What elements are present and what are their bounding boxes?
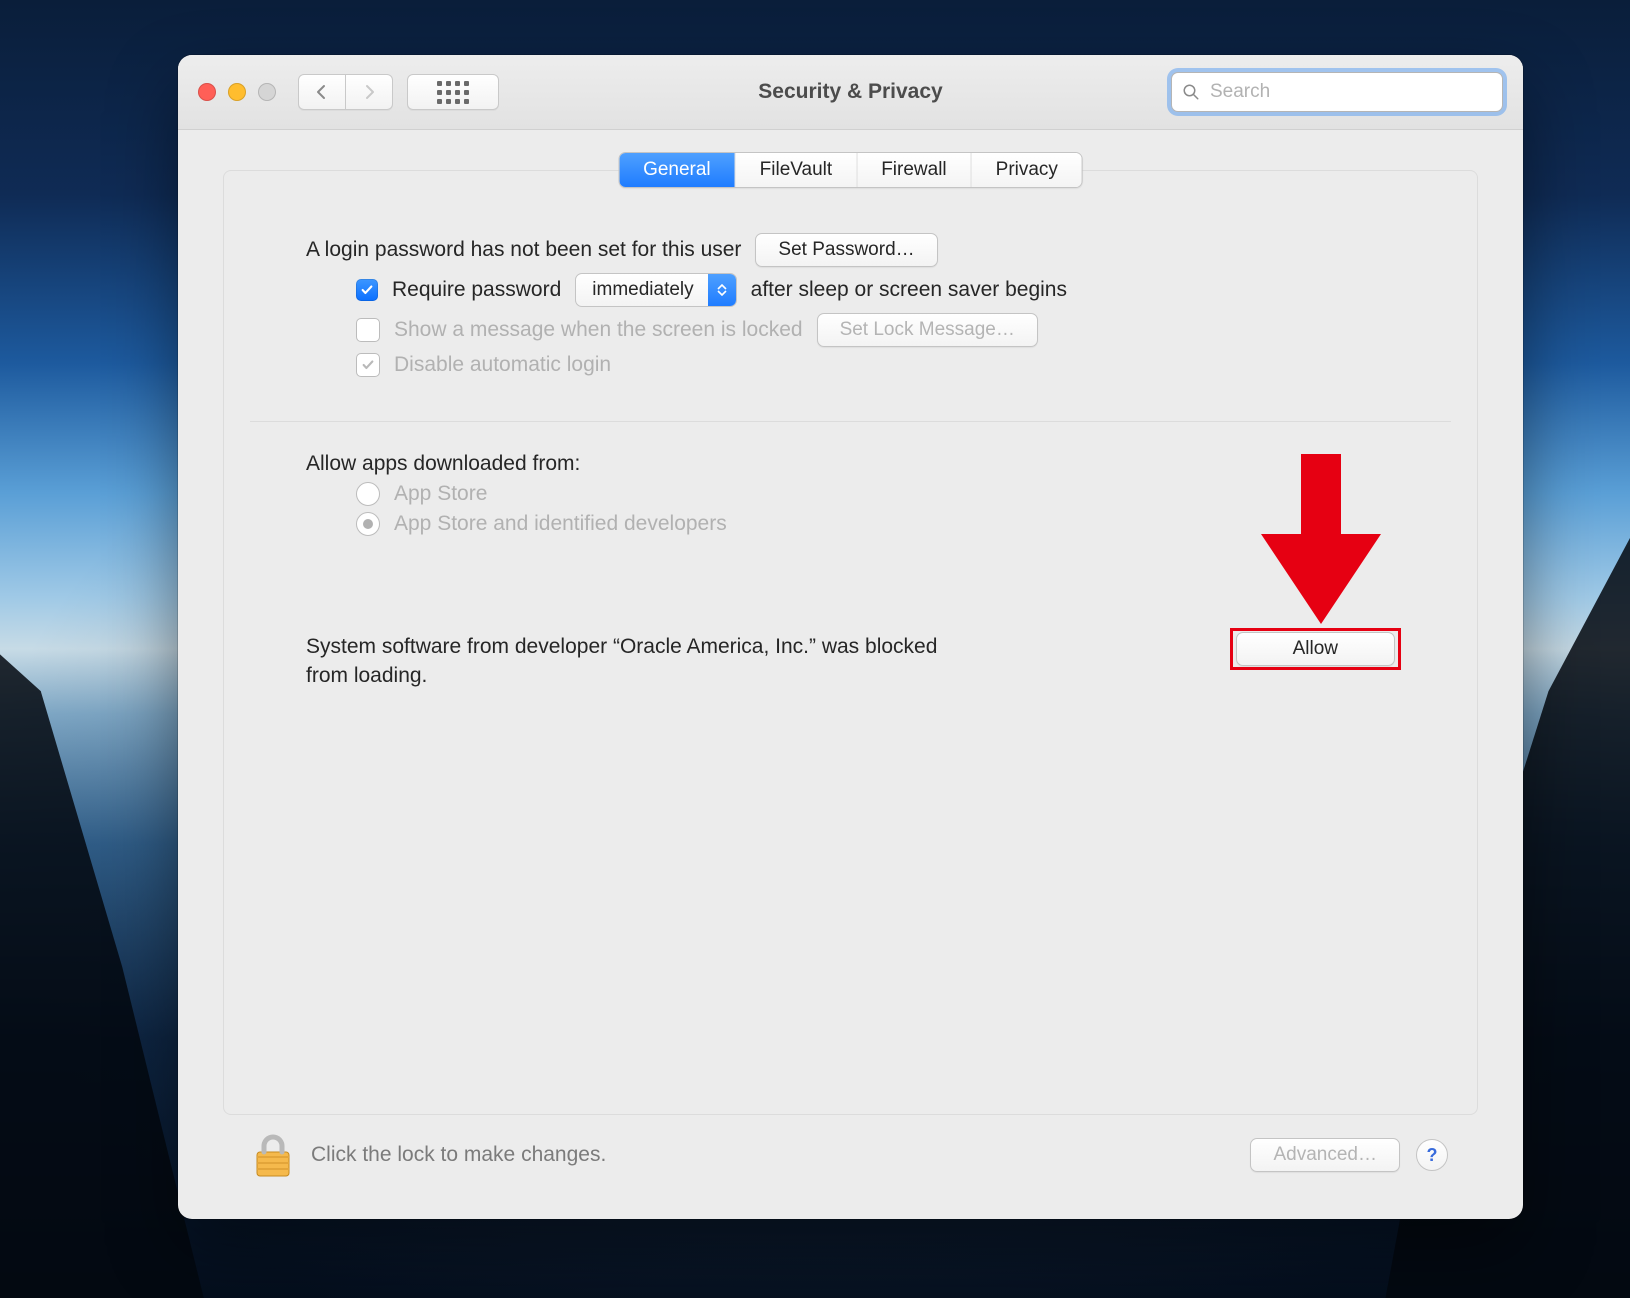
grid-icon bbox=[437, 81, 469, 104]
app-store-radio[interactable] bbox=[356, 482, 380, 506]
chevron-left-icon bbox=[314, 84, 330, 100]
gatekeeper-section: Allow apps downloaded from: App Store Ap… bbox=[224, 452, 1477, 536]
checkmark-icon bbox=[361, 358, 375, 372]
toolbar-nav-group bbox=[298, 74, 393, 110]
checkmark-icon bbox=[360, 283, 374, 297]
preferences-window: Security & Privacy General FileVault Fir… bbox=[178, 55, 1523, 1219]
require-password-delay-select[interactable]: immediately bbox=[575, 273, 736, 307]
require-password-checkbox[interactable] bbox=[356, 279, 378, 301]
show-message-checkbox[interactable] bbox=[356, 318, 380, 342]
disable-auto-login-label: Disable automatic login bbox=[394, 353, 611, 377]
show-message-row: Show a message when the screen is locked… bbox=[306, 313, 1395, 347]
advanced-button[interactable]: Advanced… bbox=[1250, 1138, 1400, 1172]
back-button[interactable] bbox=[298, 74, 346, 110]
lock-hint: Click the lock to make changes. bbox=[311, 1143, 606, 1167]
app-store-option-label: App Store bbox=[394, 482, 487, 506]
blocked-software-message: System software from developer “Oracle A… bbox=[306, 632, 946, 691]
allow-button-wrap: Allow bbox=[1236, 632, 1395, 666]
set-password-button[interactable]: Set Password… bbox=[755, 233, 937, 267]
chevron-down-icon bbox=[717, 290, 727, 296]
tab-privacy[interactable]: Privacy bbox=[972, 153, 1082, 187]
require-password-label-left: Require password bbox=[392, 278, 561, 302]
require-password-delay-value: immediately bbox=[576, 279, 707, 301]
lock-icon[interactable] bbox=[253, 1132, 293, 1178]
forward-button[interactable] bbox=[346, 74, 393, 110]
tab-firewall[interactable]: Firewall bbox=[857, 153, 971, 187]
divider bbox=[250, 421, 1451, 422]
window-content: General FileVault Firewall Privacy A log… bbox=[178, 130, 1523, 1219]
window-traffic-lights bbox=[198, 83, 276, 101]
blocked-software-row: System software from developer “Oracle A… bbox=[224, 632, 1477, 691]
allow-button[interactable]: Allow bbox=[1236, 632, 1395, 666]
chevron-right-icon bbox=[361, 84, 377, 100]
login-password-row: A login password has not been set for th… bbox=[306, 233, 1395, 267]
window-minimize-button[interactable] bbox=[228, 83, 246, 101]
tab-filevault[interactable]: FileVault bbox=[736, 153, 858, 187]
allow-apps-heading: Allow apps downloaded from: bbox=[306, 452, 580, 476]
window-toolbar: Security & Privacy bbox=[178, 55, 1523, 130]
general-inner: A login password has not been set for th… bbox=[224, 171, 1477, 377]
show-all-button[interactable] bbox=[407, 74, 499, 110]
search-icon bbox=[1182, 83, 1200, 101]
disable-auto-login-checkbox[interactable] bbox=[356, 353, 380, 377]
help-button[interactable]: ? bbox=[1416, 1139, 1448, 1171]
desktop-wallpaper: Security & Privacy General FileVault Fir… bbox=[0, 0, 1630, 1298]
toolbar-search[interactable] bbox=[1171, 72, 1503, 112]
set-lock-message-button[interactable]: Set Lock Message… bbox=[817, 313, 1038, 347]
search-input[interactable] bbox=[1208, 80, 1492, 104]
require-password-row: Require password immediately after sleep… bbox=[306, 273, 1395, 307]
require-password-label-right: after sleep or screen saver begins bbox=[751, 278, 1067, 302]
window-footer: Click the lock to make changes. Advanced… bbox=[223, 1115, 1478, 1195]
general-card: General FileVault Firewall Privacy A log… bbox=[223, 170, 1478, 1115]
app-store-identified-option-label: App Store and identified developers bbox=[394, 512, 727, 536]
disable-auto-login-row: Disable automatic login bbox=[306, 353, 1395, 377]
select-stepper bbox=[708, 274, 736, 306]
app-store-identified-radio[interactable] bbox=[356, 512, 380, 536]
tab-bar: General FileVault Firewall Privacy bbox=[618, 152, 1083, 188]
app-store-option-row: App Store bbox=[306, 482, 1395, 506]
allow-apps-heading-row: Allow apps downloaded from: bbox=[306, 452, 1395, 476]
show-message-label: Show a message when the screen is locked bbox=[394, 318, 803, 342]
login-password-notice: A login password has not been set for th… bbox=[306, 238, 741, 262]
app-store-identified-option-row: App Store and identified developers bbox=[306, 512, 1395, 536]
window-close-button[interactable] bbox=[198, 83, 216, 101]
tab-general[interactable]: General bbox=[619, 153, 736, 187]
window-zoom-button[interactable] bbox=[258, 83, 276, 101]
